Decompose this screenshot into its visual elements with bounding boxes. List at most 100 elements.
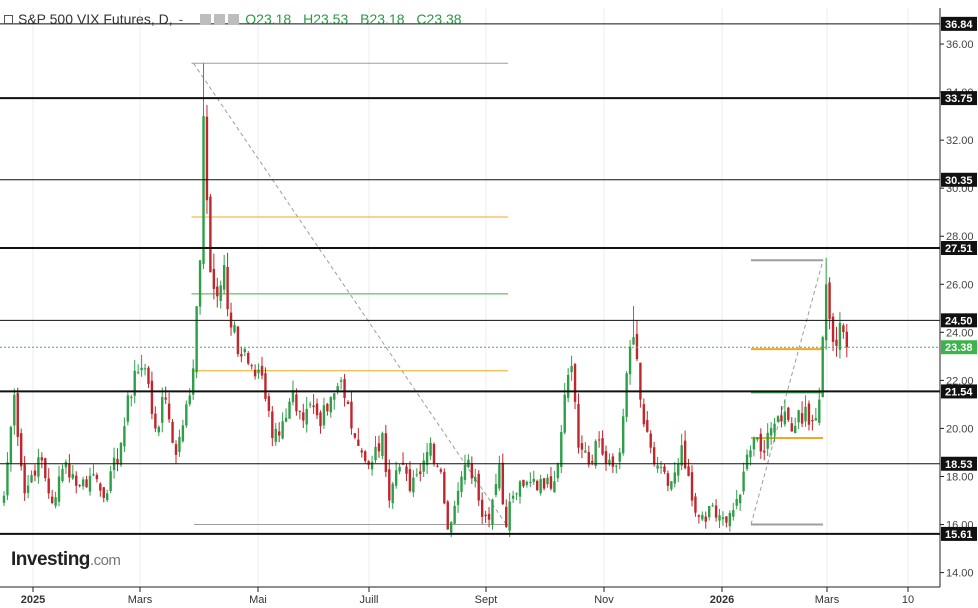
candle [240, 346, 243, 363]
candle-body [419, 471, 422, 475]
candle-body [78, 485, 81, 487]
candle-body [64, 462, 68, 468]
candle-body [205, 116, 209, 201]
candle-body [188, 395, 191, 405]
candle-body [326, 403, 329, 412]
settings-icon[interactable] [214, 13, 226, 25]
candle-body [783, 411, 787, 425]
candle-body [745, 454, 749, 469]
candle [635, 320, 639, 362]
candle-body [646, 420, 649, 432]
candle [68, 454, 71, 483]
candle [790, 417, 793, 432]
candle-body [233, 324, 236, 333]
candle [553, 470, 556, 493]
candle-body [408, 469, 412, 491]
collapse-icon[interactable] [4, 14, 13, 24]
candle-body [23, 464, 26, 494]
candle [61, 464, 64, 483]
candle [150, 371, 154, 420]
candle-body [787, 407, 790, 420]
candle [364, 450, 367, 464]
candle [178, 429, 181, 457]
candle [412, 470, 415, 498]
candle-body [656, 465, 659, 469]
candle-body [501, 462, 504, 505]
candle [9, 425, 13, 472]
candle [339, 377, 343, 390]
candle [161, 387, 164, 433]
level-tag: 30.35 [941, 172, 977, 187]
candle [718, 508, 721, 528]
candle [281, 412, 284, 440]
candle-body [718, 515, 721, 521]
close-icon[interactable] [228, 13, 240, 25]
candle-body [343, 379, 346, 398]
candle-body [532, 478, 535, 482]
candle-body [198, 260, 202, 307]
candle-body [498, 464, 501, 489]
open-value: O23.18 [245, 11, 292, 27]
candle-body [260, 365, 264, 376]
logo-suffix: .com [89, 552, 121, 569]
candle [305, 396, 308, 433]
candle-body [50, 496, 54, 503]
candle [136, 364, 140, 375]
candle-body [257, 369, 260, 374]
candle-body [308, 404, 312, 406]
x-tick-label: 10 [902, 594, 914, 606]
candle [274, 422, 277, 446]
candle-body [652, 447, 656, 465]
candle-body [436, 465, 439, 467]
y-tick-label: 32.00 [946, 135, 974, 147]
candle-body [250, 365, 253, 367]
candle-body [577, 404, 580, 448]
candle-body [61, 468, 64, 481]
x-tick-label: Mai [249, 594, 267, 606]
candle-body [446, 501, 449, 530]
candle [673, 461, 676, 488]
candle [357, 428, 360, 446]
candle [425, 443, 429, 474]
candle [680, 433, 683, 470]
chart-canvas[interactable]: 14.0016.0018.0020.0022.0024.0026.0028.00… [0, 0, 978, 608]
candle [570, 355, 573, 381]
x-tick-label: Mars [815, 594, 840, 606]
candle-body [670, 481, 673, 490]
candle-body [167, 403, 171, 420]
candle [536, 479, 539, 492]
candle-body [484, 514, 487, 517]
candle [845, 324, 848, 358]
close-value: C23.38 [416, 11, 462, 27]
candle-body [374, 446, 377, 461]
level-tag: 21.54 [941, 384, 977, 399]
candle [260, 356, 264, 380]
candle [250, 363, 253, 370]
candle [738, 493, 742, 511]
candle-body [704, 516, 707, 522]
candle-body [821, 337, 824, 398]
candle-body [422, 460, 425, 472]
candle-body [463, 464, 467, 480]
candle-body [515, 493, 518, 495]
candle [116, 448, 119, 472]
candle [209, 193, 212, 273]
candle [233, 321, 236, 334]
candle-body [563, 394, 566, 433]
candle [6, 452, 9, 501]
candle-body [322, 405, 326, 426]
candle [92, 464, 95, 477]
candle-body [202, 116, 205, 265]
candle-body [580, 443, 584, 450]
candle [456, 482, 460, 513]
candle [205, 104, 209, 214]
visibility-icon[interactable] [200, 13, 212, 25]
candle [64, 459, 68, 474]
candle [171, 418, 174, 444]
candle [2, 491, 6, 507]
candle [783, 399, 787, 427]
candle-body [364, 451, 367, 462]
candle [381, 431, 384, 460]
candle-body [398, 466, 401, 472]
candle [725, 516, 728, 528]
